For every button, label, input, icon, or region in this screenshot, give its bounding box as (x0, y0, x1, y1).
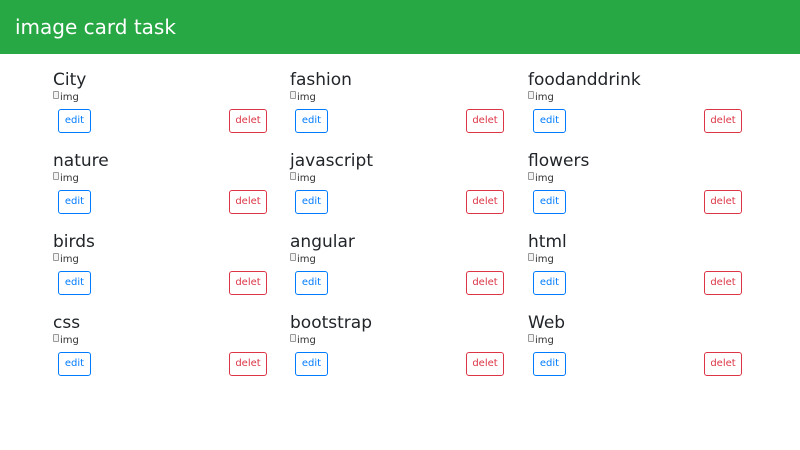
delete-button[interactable]: delet (229, 271, 267, 295)
broken-image-icon (53, 334, 59, 342)
card-image-alt: img (535, 173, 554, 184)
card-image-alt: img (60, 254, 79, 265)
delete-button[interactable]: delet (229, 190, 267, 214)
card-title: flowers (528, 151, 590, 171)
card-title: css (53, 313, 81, 333)
card-image: img (53, 91, 79, 105)
image-card: Web img edit delet (528, 297, 748, 376)
broken-image-icon (528, 91, 534, 99)
card-image-alt: img (60, 92, 79, 103)
delete-button[interactable]: delet (704, 109, 742, 133)
card-title: City (53, 70, 87, 90)
broken-image-icon (290, 91, 296, 99)
delete-button[interactable]: delet (466, 352, 504, 376)
card-image: img (290, 334, 316, 348)
card-title: Web (528, 313, 566, 333)
edit-button[interactable]: edit (58, 352, 91, 376)
card-title: fashion (290, 70, 352, 90)
delete-button[interactable]: delet (466, 271, 504, 295)
delete-button[interactable]: delet (229, 109, 267, 133)
edit-button[interactable]: edit (58, 109, 91, 133)
delete-button[interactable]: delet (229, 352, 267, 376)
image-card: birds img edit delet (53, 216, 273, 295)
broken-image-icon (53, 172, 59, 180)
image-card: bootstrap img edit delet (290, 297, 510, 376)
edit-button[interactable]: edit (295, 352, 328, 376)
card-title: birds (53, 232, 95, 252)
delete-button[interactable]: delet (704, 271, 742, 295)
card-image: img (290, 91, 316, 105)
card-title: angular (290, 232, 355, 252)
delete-button[interactable]: delet (466, 109, 504, 133)
card-image-alt: img (297, 254, 316, 265)
card-image: img (528, 334, 554, 348)
image-card: City img edit delet (53, 54, 273, 133)
image-card: angular img edit delet (290, 216, 510, 295)
edit-button[interactable]: edit (295, 109, 328, 133)
card-image: img (53, 334, 79, 348)
broken-image-icon (290, 172, 296, 180)
image-card: foodanddrink img edit delet (528, 54, 748, 133)
broken-image-icon (528, 253, 534, 261)
card-image: img (290, 253, 316, 267)
edit-button[interactable]: edit (295, 271, 328, 295)
image-card: html img edit delet (528, 216, 748, 295)
edit-button[interactable]: edit (533, 352, 566, 376)
delete-button[interactable]: delet (466, 190, 504, 214)
broken-image-icon (290, 334, 296, 342)
card-title: nature (53, 151, 109, 171)
card-image-alt: img (60, 335, 79, 346)
card-image-alt: img (297, 92, 316, 103)
image-card: fashion img edit delet (290, 54, 510, 133)
image-card: nature img edit delet (53, 135, 273, 214)
card-image-alt: img (297, 335, 316, 346)
card-image-alt: img (297, 173, 316, 184)
image-card: flowers img edit delet (528, 135, 748, 214)
image-card: javascript img edit delet (290, 135, 510, 214)
broken-image-icon (528, 172, 534, 180)
card-title: html (528, 232, 567, 252)
navbar-brand[interactable]: image card task (15, 14, 176, 40)
card-image-alt: img (60, 173, 79, 184)
card-image-alt: img (535, 254, 554, 265)
edit-button[interactable]: edit (58, 271, 91, 295)
card-image: img (53, 253, 79, 267)
edit-button[interactable]: edit (295, 190, 328, 214)
edit-button[interactable]: edit (533, 271, 566, 295)
card-image: img (528, 172, 554, 186)
card-image: img (528, 91, 554, 105)
edit-button[interactable]: edit (533, 190, 566, 214)
card-title: javascript (290, 151, 373, 171)
broken-image-icon (290, 253, 296, 261)
card-image-alt: img (535, 335, 554, 346)
card-image-alt: img (535, 92, 554, 103)
edit-button[interactable]: edit (58, 190, 91, 214)
card-image: img (290, 172, 316, 186)
broken-image-icon (53, 253, 59, 261)
edit-button[interactable]: edit (533, 109, 566, 133)
broken-image-icon (53, 91, 59, 99)
card-title: bootstrap (290, 313, 372, 333)
card-image: img (53, 172, 79, 186)
delete-button[interactable]: delet (704, 352, 742, 376)
delete-button[interactable]: delet (704, 190, 742, 214)
top-navbar: image card task (0, 0, 800, 54)
card-image: img (528, 253, 554, 267)
card-title: foodanddrink (528, 70, 641, 90)
image-card: css img edit delet (53, 297, 273, 376)
broken-image-icon (528, 334, 534, 342)
